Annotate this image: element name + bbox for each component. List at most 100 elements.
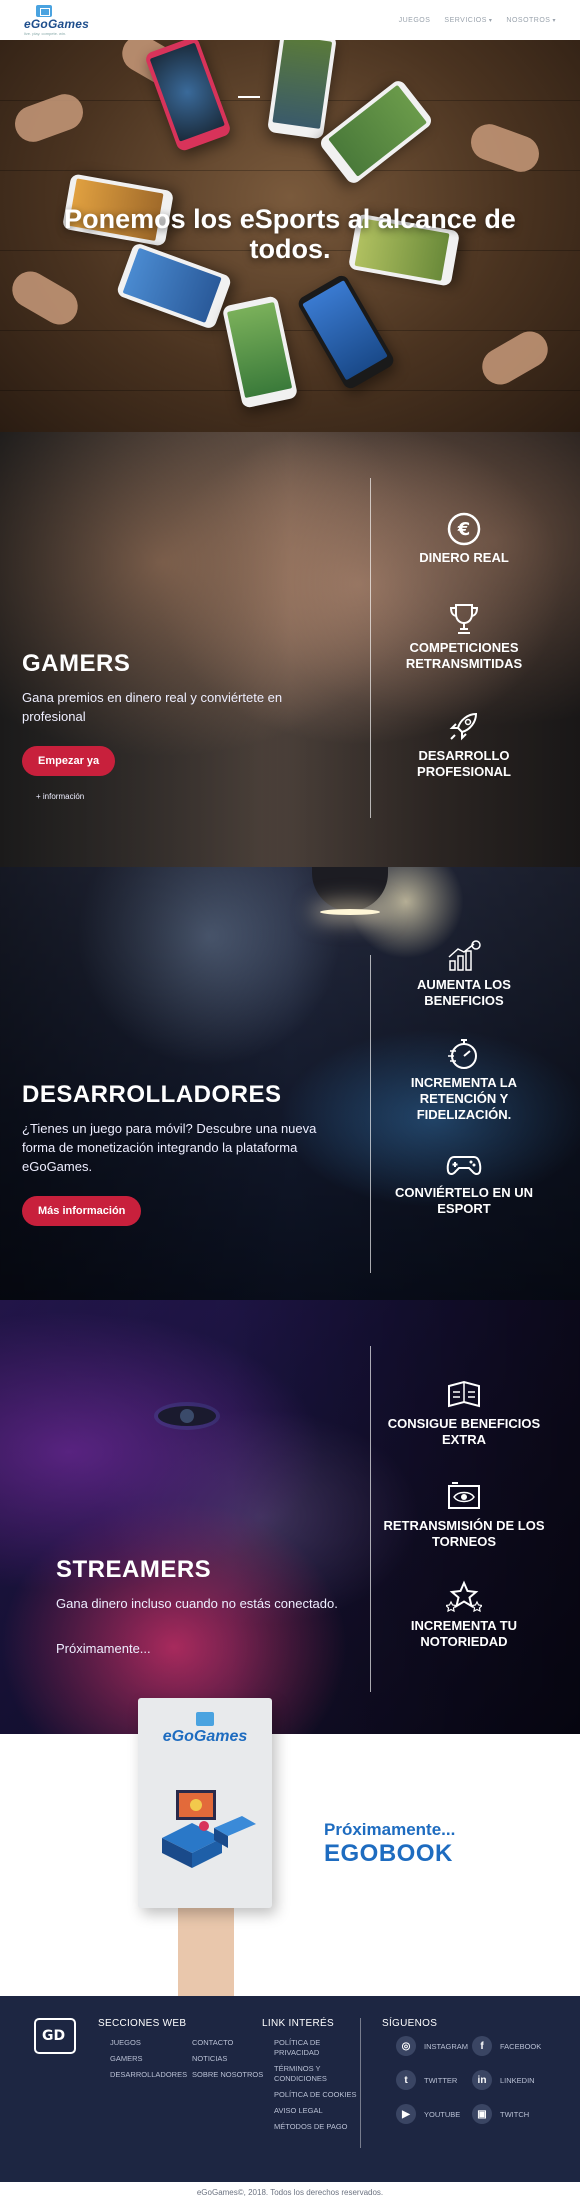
phone-image xyxy=(295,272,397,392)
book-illustration xyxy=(152,1768,258,1878)
streamers-section: STREAMERS Gana dinero incluso cuando no … xyxy=(0,1300,580,1734)
streamers-coming-soon: Próximamente... xyxy=(56,1641,151,1656)
copyright-text: eGoGames©, 2018. Todos los derechos rese… xyxy=(0,2182,580,2204)
svg-text:€: € xyxy=(457,519,471,540)
feature-esport: CONVIÉRTELO EN UN ESPORT xyxy=(378,1147,550,1217)
footer-link-juegos[interactable]: JUEGOS xyxy=(110,2038,141,2048)
divider xyxy=(370,955,371,1273)
feature-competiciones: COMPETICIONES RETRANSMITIDAS xyxy=(378,602,550,672)
more-info-link[interactable]: + información xyxy=(36,792,322,801)
coming-soon-text: Próximamente... xyxy=(324,1820,456,1839)
feature-label: AUMENTA LOS BENEFICIOS xyxy=(417,977,511,1008)
gamepad-icon xyxy=(446,1147,482,1181)
footer-link-terminos[interactable]: TÉRMINOS Y CONDICIONES xyxy=(274,2064,340,2084)
feature-retransmision: RETRANSMISIÓN DE LOS TORNEOS xyxy=(378,1480,550,1550)
feature-retencion: INCREMENTA LA RETENCIÓN Y FIDELIZACIÓN. xyxy=(378,1037,550,1123)
menu-item-nosotros[interactable]: NOSOTROS ▾ xyxy=(506,17,556,24)
egobook-cover-image: eGoGames xyxy=(138,1698,272,1908)
twitch-icon: ▣ xyxy=(472,2104,492,2124)
chevron-down-icon: ▾ xyxy=(488,17,493,24)
social-facebook[interactable]: f FACEBOOK xyxy=(472,2036,541,2056)
footer-link-privacidad[interactable]: POLÍTICA DE PRIVACIDAD xyxy=(274,2038,340,2058)
egobook-title: EGOBOOK xyxy=(324,1840,453,1867)
start-now-button[interactable]: Empezar ya xyxy=(22,746,116,776)
footer-divider xyxy=(360,2018,361,2148)
footer-link-sobre-nosotros[interactable]: SOBRE NOSOTROS xyxy=(192,2070,263,2080)
instagram-icon: ◎ xyxy=(396,2036,416,2056)
hero-title: Ponemos los eSports al alcance de todos. xyxy=(64,204,516,264)
logo-text: eGoGames xyxy=(24,16,89,31)
feature-desarrollo: DESARROLLO PROFESIONAL xyxy=(378,710,550,780)
footer-link-noticias[interactable]: NOTICIAS xyxy=(192,2054,227,2064)
trophy-icon xyxy=(446,602,482,636)
lamp-image xyxy=(312,867,388,915)
footer-link-contacto[interactable]: CONTACTO xyxy=(192,2038,233,2048)
divider xyxy=(370,1346,371,1692)
social-twitter[interactable]: t TWITTER xyxy=(396,2070,457,2090)
footer-link-desarrolladores[interactable]: DESARROLLADORES xyxy=(110,2070,187,2080)
social-twitch[interactable]: ▣ TWITCH xyxy=(472,2104,529,2124)
gamers-title: GAMERS xyxy=(22,650,131,677)
linkedin-icon: in xyxy=(472,2070,492,2090)
rocket-icon xyxy=(446,710,482,744)
eye-image xyxy=(158,1406,216,1426)
hero-divider xyxy=(238,96,260,98)
streamers-description: Gana dinero incluso cuando no estás cone… xyxy=(56,1596,338,1611)
social-instagram[interactable]: ◎ INSTAGRAM xyxy=(396,2036,468,2056)
feature-notoriedad: INCREMENTA TU NOTORIEDAD xyxy=(378,1580,550,1650)
feature-beneficios: AUMENTA LOS BENEFICIOS xyxy=(378,939,550,1009)
feature-label: INCREMENTA LA RETENCIÓN Y FIDELIZACIÓN. xyxy=(410,1075,518,1122)
footer-link-aviso-legal[interactable]: AVISO LEGAL xyxy=(274,2106,323,2116)
gamers-description: Gana premios en dinero real y conviértet… xyxy=(22,690,283,724)
euro-icon: € xyxy=(446,512,482,546)
feature-label: COMPETICIONES RETRANSMITIDAS xyxy=(405,640,523,671)
developers-title: DESARROLLADORES xyxy=(22,1081,282,1108)
footer-col-secciones-title: SECCIONES WEB xyxy=(98,2018,187,2029)
menu-item-servicios[interactable]: SERVICIOS ▾ xyxy=(444,17,492,24)
developers-section: DESARROLLADORES ¿Tienes un juego para mó… xyxy=(0,867,580,1300)
social-linkedin[interactable]: in LINKEDIN xyxy=(472,2070,535,2090)
facebook-icon: f xyxy=(472,2036,492,2056)
site-logo[interactable]: eGoGames live. play. compete. win. xyxy=(24,4,89,36)
hand-image xyxy=(465,119,545,177)
feature-label: DESARROLLO PROFESIONAL xyxy=(417,748,511,779)
broadcast-eye-icon xyxy=(446,1480,482,1514)
menu-item-juegos[interactable]: JUEGOS xyxy=(399,17,431,24)
divider xyxy=(370,478,371,818)
footer-link-cookies[interactable]: POLÍTICA DE COOKIES xyxy=(274,2090,357,2100)
footer-link-gamers[interactable]: GAMERS xyxy=(110,2054,143,2064)
book-logo-text: eGoGames xyxy=(162,1728,248,1745)
streamers-title: STREAMERS xyxy=(56,1556,212,1583)
egobook-section: eGoGames Próximamente... EGOBOOK xyxy=(0,1698,580,1996)
feature-label: DINERO REAL xyxy=(419,550,509,565)
phone-image xyxy=(221,295,299,409)
feature-beneficios-extra: CONSIGUE BENEFICIOS EXTRA xyxy=(378,1378,550,1448)
social-youtube[interactable]: ▶ YOUTUBE xyxy=(396,2104,460,2124)
feature-label: CONVIÉRTELO EN UN ESPORT xyxy=(395,1185,533,1216)
top-navbar: eGoGames live. play. compete. win. JUEGO… xyxy=(0,0,580,40)
hand-image xyxy=(9,89,89,147)
feature-label: CONSIGUE BENEFICIOS EXTRA xyxy=(387,1416,541,1447)
footer-col-social-title: SÍGUENOS xyxy=(382,2018,438,2029)
twitter-icon: t xyxy=(396,2070,416,2090)
phone-image xyxy=(267,40,337,140)
hand-image xyxy=(475,324,555,392)
feature-label: RETRANSMISIÓN DE LOS TORNEOS xyxy=(383,1518,545,1549)
stars-icon xyxy=(444,1580,484,1614)
developers-description: ¿Tienes un juego para móvil? Descubre un… xyxy=(22,1121,317,1174)
more-info-button[interactable]: Más información xyxy=(22,1196,142,1226)
feature-label: INCREMENTA TU NOTORIEDAD xyxy=(410,1618,518,1649)
footer-logo[interactable] xyxy=(34,2018,76,2054)
hero-section: Ponemos los eSports al alcance de todos. xyxy=(0,40,580,432)
growth-chart-icon xyxy=(446,939,482,973)
footer-link-metodos-pago[interactable]: MÉTODOS DE PAGO xyxy=(274,2122,347,2132)
feature-dinero-real: € DINERO REAL xyxy=(378,512,550,566)
logo-tagline: live. play. compete. win. xyxy=(24,30,67,36)
chevron-down-icon: ▾ xyxy=(552,17,556,24)
logo-icon xyxy=(36,4,52,17)
footer-col-links-title: LINK INTERÉS xyxy=(262,2018,334,2029)
gamers-section: GAMERS Gana premios en dinero real y con… xyxy=(0,432,580,867)
egobook-announcement: Próximamente... EGOBOOK xyxy=(324,1820,455,1868)
money-icon xyxy=(446,1378,482,1412)
hand-image xyxy=(5,264,85,332)
